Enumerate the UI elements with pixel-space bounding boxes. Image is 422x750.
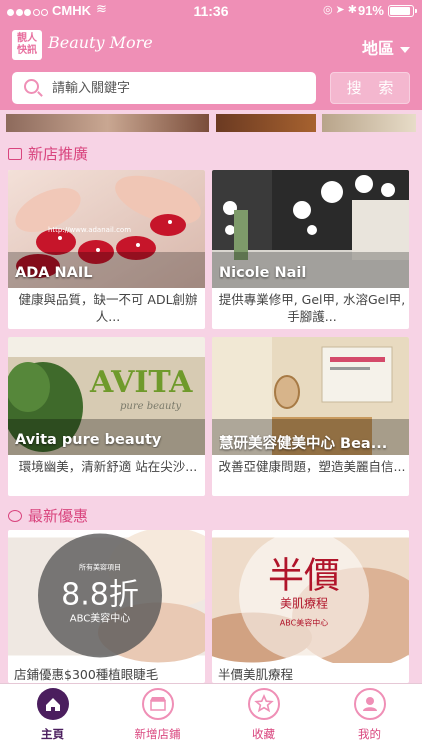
nav-item-profile[interactable]: 我的	[317, 688, 422, 742]
offer-description: 店鋪優惠$300種植眼睫毛	[14, 667, 159, 682]
offer-overlay-small: 所有美容項目	[79, 563, 121, 572]
section-title-latest-offers: 最新優惠	[8, 505, 88, 526]
offer-card[interactable]: 半價 美肌療程 ABC美容中心 半價美肌療程	[212, 530, 409, 683]
shop-name: 慧研美容健美中心 Bea...	[219, 436, 388, 452]
offer-overlay-big: 半價	[268, 556, 340, 597]
home-icon	[36, 688, 69, 720]
shop-icon	[141, 688, 174, 720]
nav-item-home[interactable]: 主頁	[0, 688, 105, 742]
brand-name: Beauty More	[48, 33, 153, 52]
battery-icon	[388, 5, 417, 17]
search-bar[interactable]	[12, 72, 316, 104]
status-icons: ◎➤✱	[322, 3, 360, 16]
tag-icon	[8, 510, 22, 522]
shop-name: ADA NAIL	[15, 265, 93, 281]
region-label: 地區	[361, 39, 394, 58]
shop-name: Nicole Nail	[219, 265, 307, 281]
nav-item-add-shop[interactable]: 新增店鋪	[105, 688, 210, 742]
nav-label: 新增店鋪	[134, 727, 181, 741]
section-title-new-shops: 新店推廣	[8, 143, 88, 164]
scrolled-banner-strip	[0, 114, 422, 132]
image-sign-text: AVITA	[89, 365, 193, 400]
shop-card[interactable]: AVITA pure beauty Avita pure beauty 環境幽美…	[8, 337, 205, 496]
star-icon	[247, 688, 280, 720]
nav-label: 主頁	[41, 727, 64, 741]
app-header: CMHK ≋ 11:36 ◎➤✱ 91% 靚人 快訊 Beauty More 地…	[0, 0, 422, 110]
offer-card[interactable]: 所有美容項目 8.8折 ABC美容中心 店鋪優惠$300種植眼睫毛	[8, 530, 205, 683]
chevron-down-icon	[400, 46, 410, 53]
shop-card[interactable]: Nicole Nail 提供專業修甲, Gel甲, 水溶Gel甲, 手腳護...	[212, 170, 409, 329]
offer-image: 所有美容項目 8.8折 ABC美容中心	[8, 530, 205, 663]
nav-item-favorites[interactable]: 收藏	[211, 688, 316, 742]
nav-label: 我的	[358, 727, 381, 741]
image-sign-subtext: pure beauty	[120, 401, 181, 412]
nav-label: 收藏	[252, 727, 275, 741]
shop-card[interactable]: http://www.adanail.com ADA NAIL 健康與品質，缺一…	[8, 170, 205, 329]
shop-name: Avita pure beauty	[15, 432, 162, 448]
app-logo: 靚人 快訊	[12, 30, 42, 60]
status-bar: CMHK ≋ 11:36 ◎➤✱ 91%	[0, 0, 422, 22]
offer-overlay-sub: 美肌療程	[280, 596, 328, 611]
shop-description: 環境幽美，清新舒適 站在尖沙...	[18, 459, 198, 474]
user-icon	[353, 688, 386, 720]
bottom-nav: 主頁 新增店鋪 收藏 我的	[0, 683, 422, 750]
offer-overlay-shop: ABC美容中心	[70, 612, 131, 625]
battery-percent: 91%	[357, 3, 384, 18]
search-input[interactable]	[52, 78, 307, 98]
search-icon	[24, 79, 39, 94]
shop-description: 改善亞健康問題，塑造美麗自信...	[218, 459, 406, 474]
shop-card[interactable]: 慧研美容健美中心 Bea... 改善亞健康問題，塑造美麗自信...	[212, 337, 409, 496]
offer-overlay-shop: ABC美容中心	[280, 618, 328, 628]
image-watermark: http://www.adanail.com	[48, 226, 131, 234]
search-button[interactable]: 搜 索	[330, 72, 410, 104]
offer-image: 半價 美肌療程 ABC美容中心	[212, 530, 409, 663]
offer-description: 半價美肌療程	[218, 667, 294, 682]
shop-description: 健康與品質，缺一不可 ADL創辦人...	[18, 292, 198, 324]
shop-icon	[8, 148, 22, 160]
offer-overlay-big: 8.8折	[61, 578, 139, 613]
region-selector[interactable]: 地區	[362, 35, 410, 59]
shop-description: 提供專業修甲, Gel甲, 水溶Gel甲, 手腳護...	[218, 292, 406, 324]
